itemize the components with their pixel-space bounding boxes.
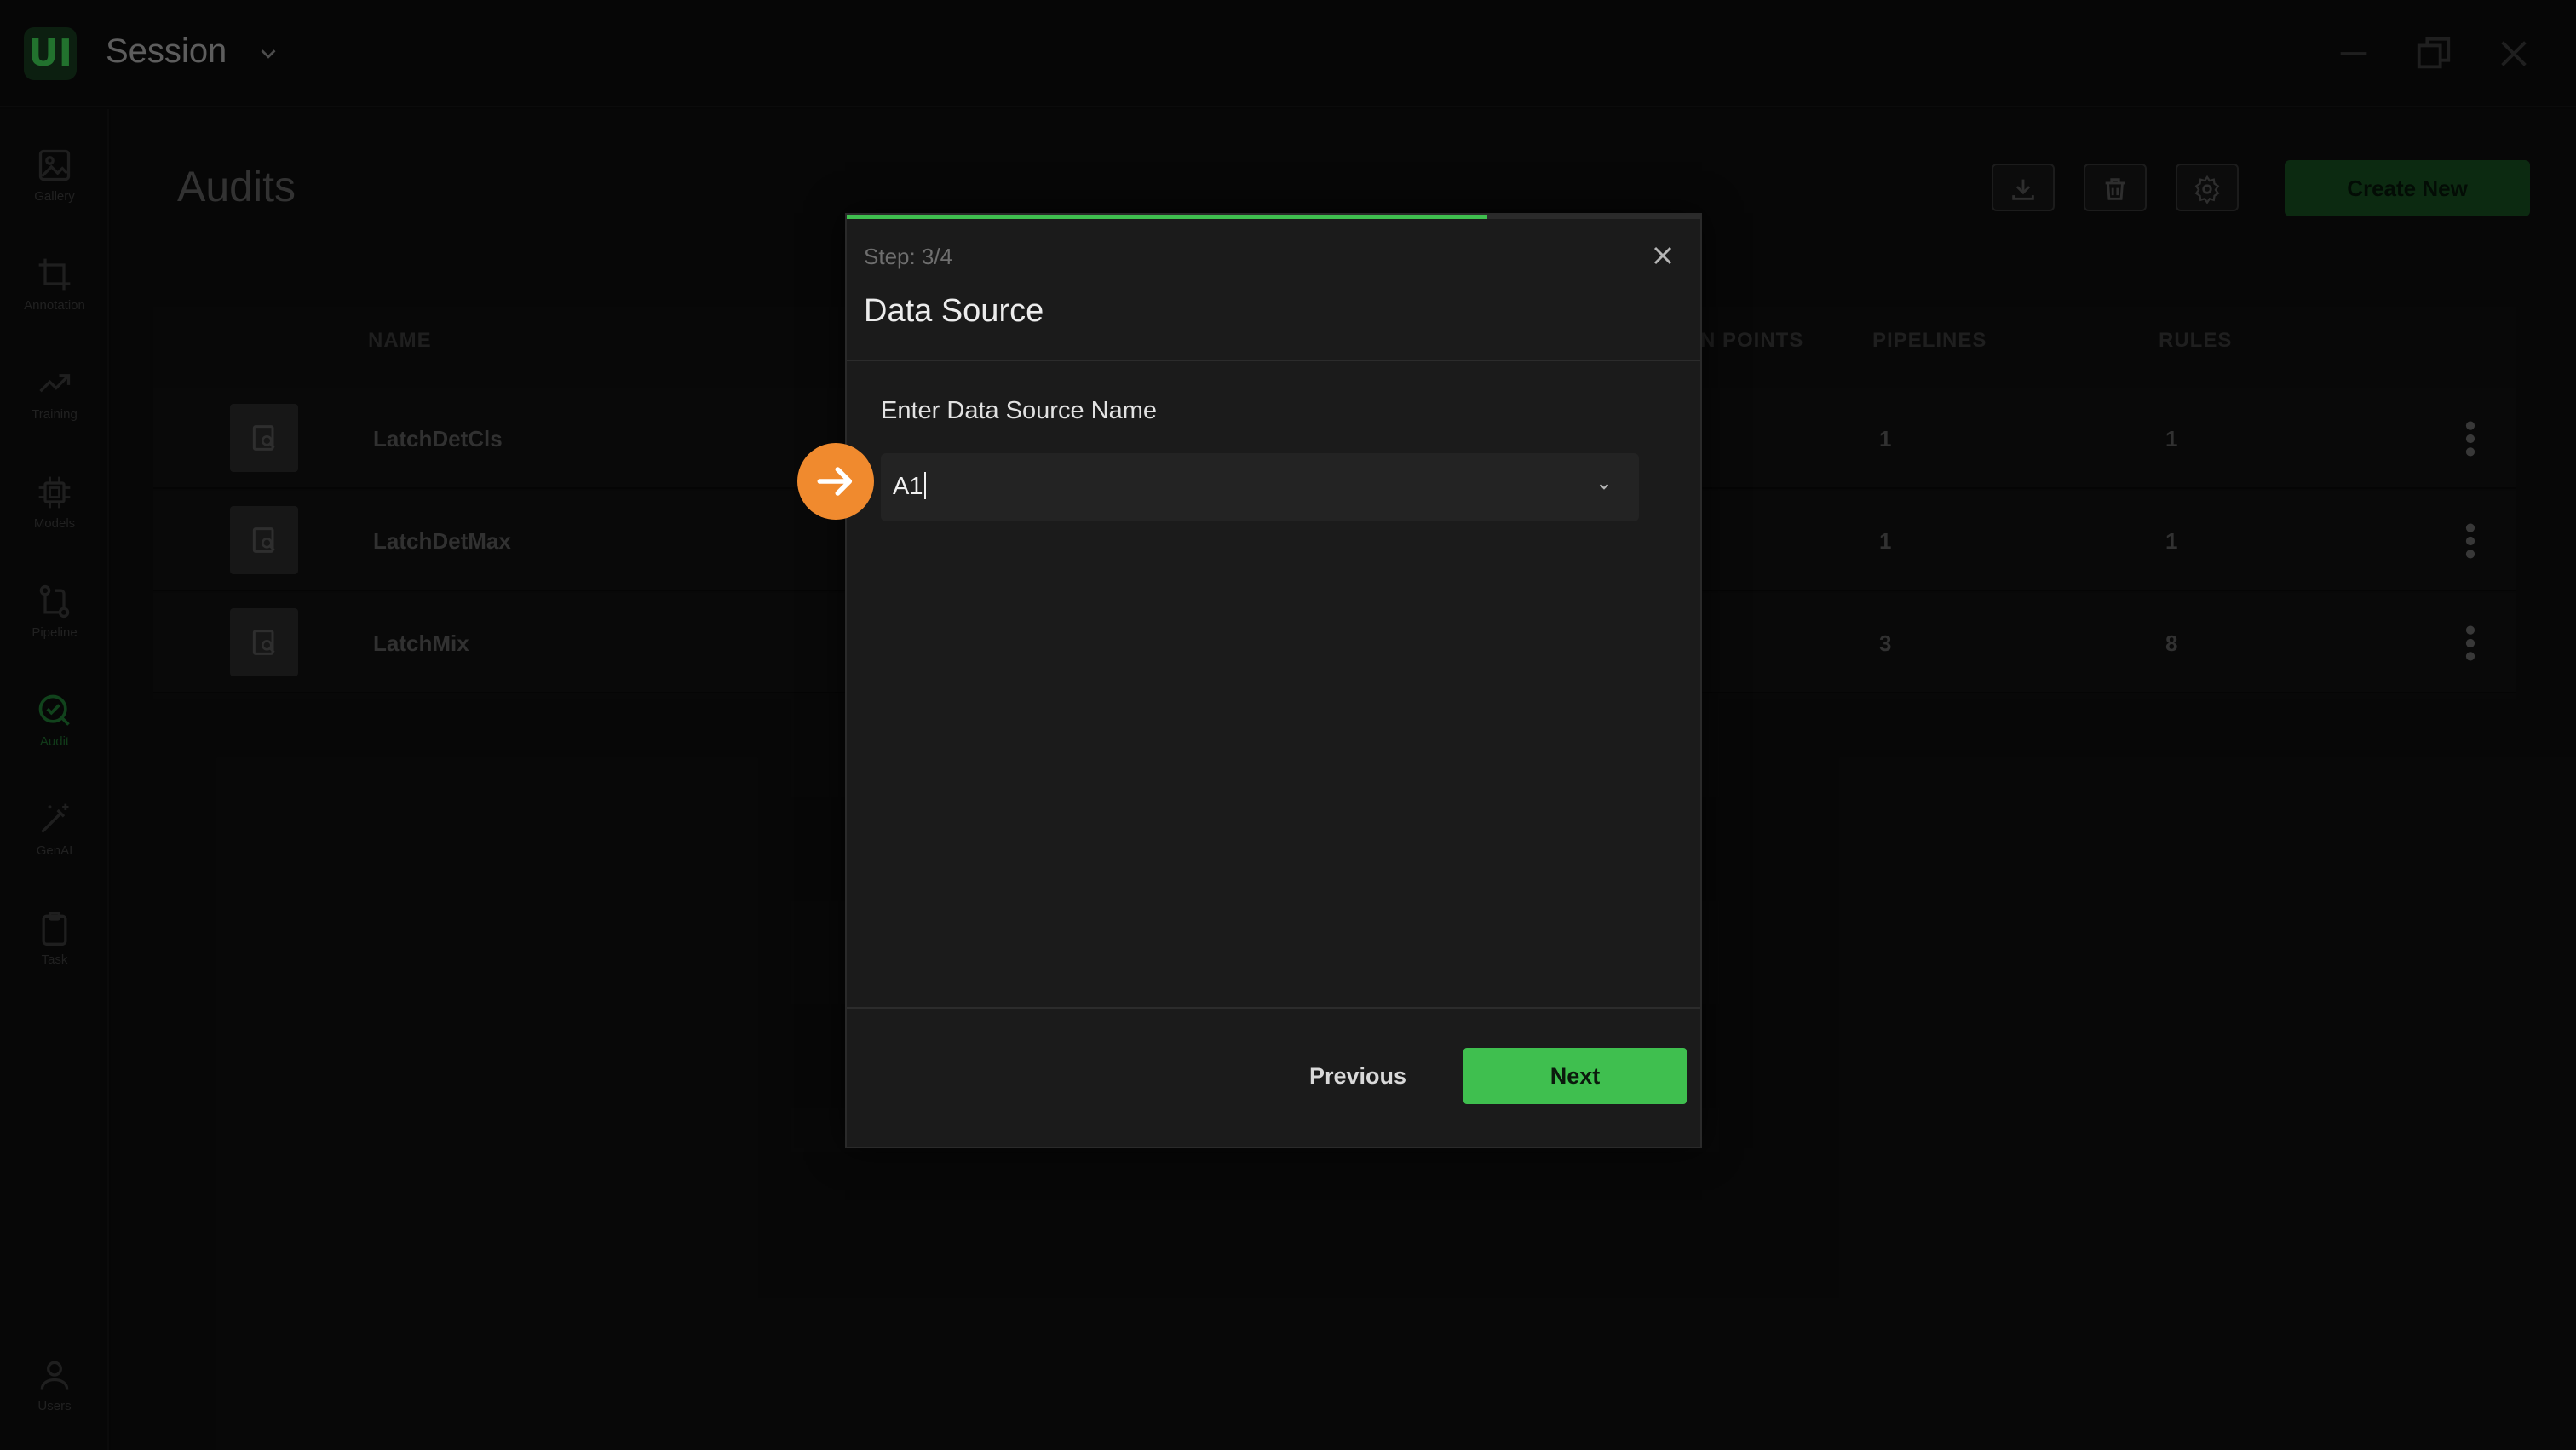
text-caret bbox=[924, 472, 927, 499]
step-progress-bar bbox=[847, 215, 1700, 219]
dialog-title: Data Source bbox=[864, 293, 1044, 329]
divider bbox=[847, 1007, 1700, 1009]
input-value: A1 bbox=[893, 473, 923, 500]
data-source-name-label: Enter Data Source Name bbox=[881, 397, 1157, 424]
chevron-down-icon[interactable] bbox=[1593, 475, 1615, 498]
pointer-marker bbox=[797, 443, 874, 520]
arrow-right-icon bbox=[817, 467, 853, 496]
data-source-name-input[interactable]: A1 bbox=[881, 453, 1639, 521]
previous-button[interactable]: Previous bbox=[1281, 1048, 1435, 1104]
step-indicator: Step: 3/4 bbox=[864, 244, 953, 269]
divider bbox=[847, 360, 1700, 361]
data-source-dialog: Step: 3/4 Data Source Enter Data Source … bbox=[845, 213, 1702, 1148]
next-button[interactable]: Next bbox=[1463, 1048, 1687, 1104]
step-progress-fill bbox=[847, 215, 1487, 219]
close-icon[interactable] bbox=[1647, 240, 1678, 271]
